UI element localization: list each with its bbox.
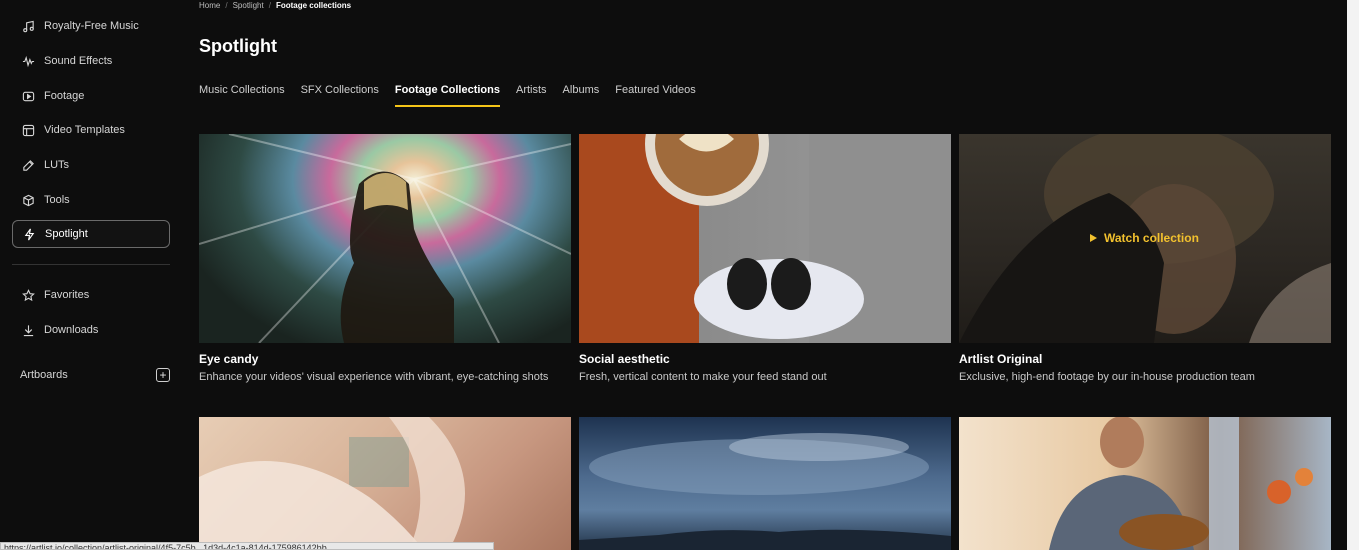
sidebar-item-label: Favorites <box>44 289 90 301</box>
tab-albums[interactable]: Albums <box>563 84 600 108</box>
collection-thumbnail-artlist-original[interactable]: Watch collection <box>959 134 1331 343</box>
collection-thumbnail-eye-candy[interactable] <box>199 134 571 343</box>
collection-thumbnail-family-dinner[interactable] <box>959 417 1331 550</box>
eye-candy-image <box>199 134 571 343</box>
sidebar-item-royalty-free-music[interactable]: Royalty-Free Music <box>12 12 170 40</box>
breadcrumb-spotlight[interactable]: Spotlight <box>233 1 264 10</box>
family-dinner-image <box>1049 417 1313 550</box>
card-description: Exclusive, high-end footage by our in-ho… <box>959 371 1255 383</box>
breadcrumb-separator: / <box>225 1 228 10</box>
eyedropper-icon <box>23 159 34 171</box>
card-title[interactable]: Social aesthetic <box>579 352 670 366</box>
play-icon <box>1090 234 1097 242</box>
sky-image <box>579 433 951 550</box>
watch-collection-link[interactable]: Watch collection <box>1089 231 1199 245</box>
card-title[interactable]: Artlist Original <box>959 352 1042 366</box>
collection-thumbnail-sky[interactable] <box>579 417 951 550</box>
scrollbar-track[interactable] <box>1347 0 1359 550</box>
watch-collection-label: Watch collection <box>1104 231 1199 245</box>
collection-thumbnail-ribbon[interactable] <box>199 417 571 550</box>
breadcrumb: Home / Spotlight / Footage collections <box>199 1 351 10</box>
sidebar-item-tools[interactable]: Tools <box>12 186 170 214</box>
sidebar-item-label: Tools <box>44 194 70 206</box>
card-description: Enhance your videos' visual experience w… <box>199 371 549 383</box>
template-icon <box>22 124 35 136</box>
page-title: Spotlight <box>199 36 277 56</box>
breadcrumb-separator: / <box>268 1 271 10</box>
waveform-icon <box>22 55 35 67</box>
tab-music-collections[interactable]: Music Collections <box>199 84 285 108</box>
sidebar-item-label: Downloads <box>44 324 99 336</box>
sidebar-item-luts[interactable]: LUTs <box>12 151 170 179</box>
breadcrumb-current: Footage collections <box>275 1 352 10</box>
breadcrumb-home[interactable]: Home <box>199 1 220 10</box>
sidebar-item-label: Video Templates <box>44 124 125 136</box>
add-artboard-button[interactable]: + <box>156 368 170 382</box>
sidebar-item-label: LUTs <box>44 159 70 171</box>
artboards-section: Artboards + <box>20 366 170 384</box>
sidebar-item-video-templates[interactable]: Video Templates <box>12 116 170 144</box>
sidebar-item-label: Royalty-Free Music <box>44 20 139 32</box>
tab-footage-collections[interactable]: Footage Collections <box>394 84 501 108</box>
social-aesthetic-image <box>579 134 951 343</box>
sidebar-item-label: Spotlight <box>45 228 88 240</box>
download-icon <box>23 324 34 336</box>
card-title[interactable]: Eye candy <box>199 352 258 366</box>
lightning-icon <box>24 228 35 240</box>
music-note-icon <box>23 20 34 32</box>
collection-tabs: Music Collections SFX Collections Footag… <box>199 84 696 108</box>
sidebar-item-sound-effects[interactable]: Sound Effects <box>12 47 170 75</box>
sidebar-divider <box>12 264 170 265</box>
collection-thumbnail-social-aesthetic[interactable] <box>579 134 951 343</box>
card-description: Fresh, vertical content to make your fee… <box>579 371 827 383</box>
tab-sfx-collections[interactable]: SFX Collections <box>301 84 379 108</box>
sidebar-item-label: Footage <box>44 90 85 102</box>
sidebar: Royalty-Free Music Sound Effects Footage… <box>0 0 183 550</box>
tab-featured-videos[interactable]: Featured Videos <box>615 84 696 108</box>
sidebar-item-footage[interactable]: Footage <box>12 82 170 110</box>
box-icon <box>23 194 34 206</box>
star-icon <box>22 288 35 301</box>
status-bar-url: https://artlist.io/collection/artlist-or… <box>0 542 494 550</box>
tab-artists[interactable]: Artists <box>516 84 547 108</box>
sidebar-item-spotlight[interactable]: Spotlight <box>12 220 170 248</box>
ribbon-image <box>199 417 465 550</box>
sidebar-item-label: Sound Effects <box>44 55 113 67</box>
artboards-label: Artboards <box>20 369 68 381</box>
sidebar-item-downloads[interactable]: Downloads <box>12 316 170 344</box>
sidebar-item-favorites[interactable]: Favorites <box>12 281 170 309</box>
play-square-icon <box>22 91 35 101</box>
